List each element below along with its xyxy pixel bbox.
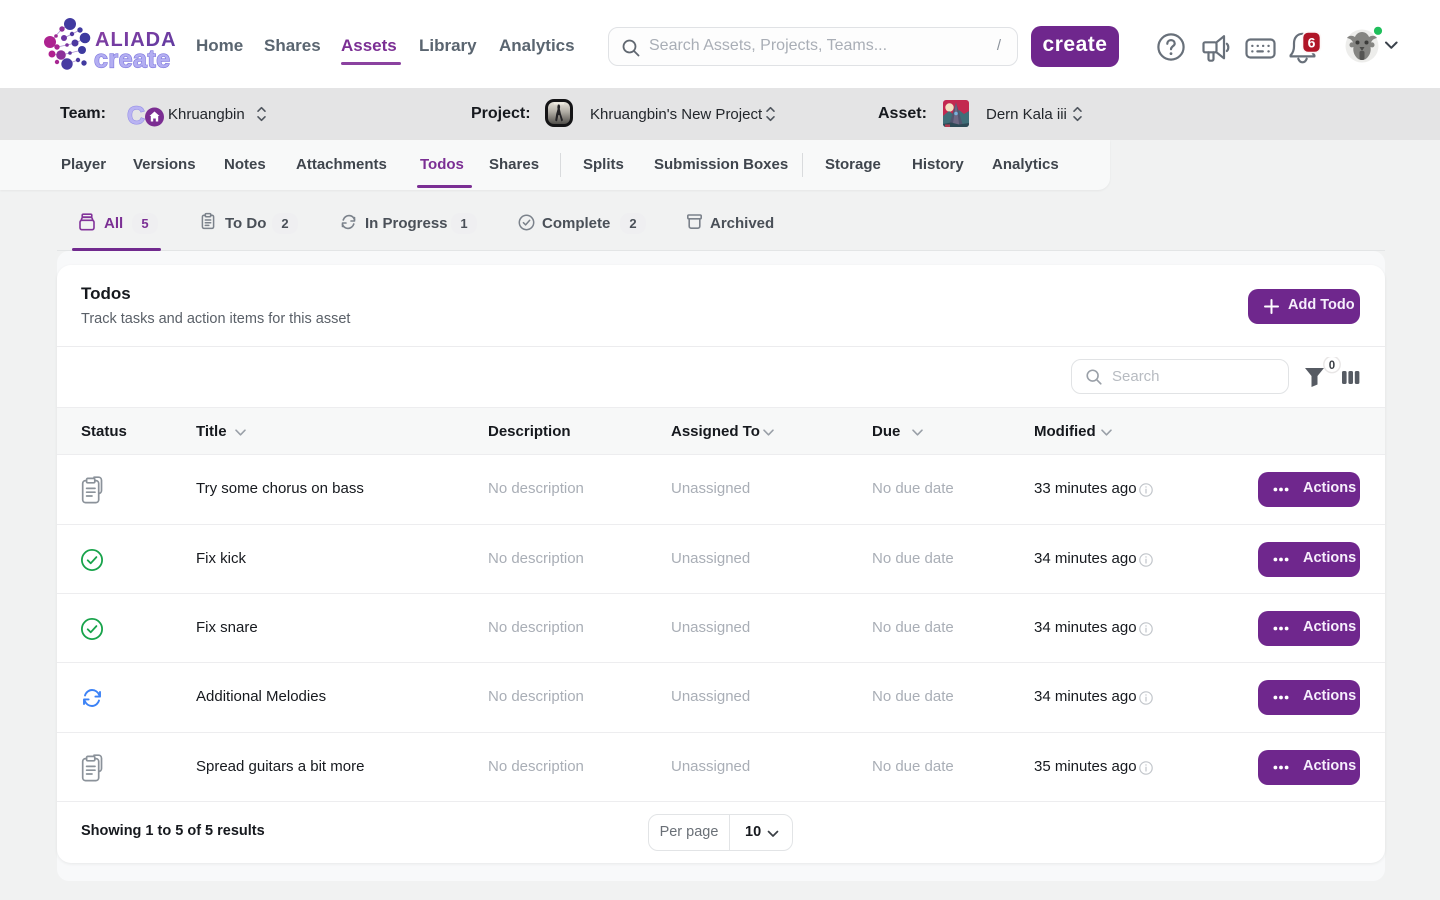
svg-text:0: 0 — [1329, 360, 1335, 372]
svg-text:C: C — [127, 102, 145, 130]
svg-text:create: create — [94, 46, 171, 74]
svg-text:6: 6 — [1308, 35, 1316, 51]
